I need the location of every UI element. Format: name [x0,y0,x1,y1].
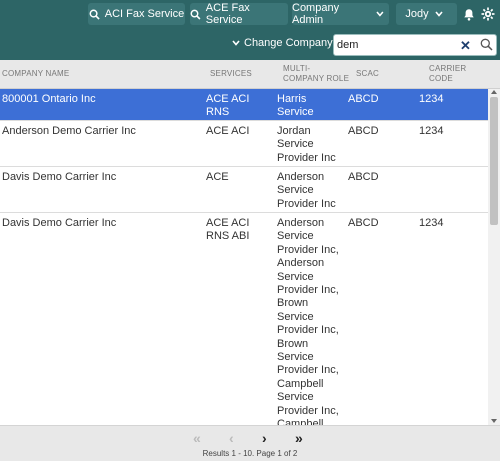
table-row[interactable]: Anderson Demo Carrier Inc ACE ACI Jordan… [0,121,488,167]
table-row[interactable]: 800001 Ontario Inc ACE ACI RNS Harris Se… [0,89,488,132]
table-row[interactable]: Davis Demo Carrier Inc ACE Anderson Serv… [0,167,488,213]
user-menu-button[interactable]: Jody [396,3,457,25]
scrollbar-thumb[interactable] [490,97,498,225]
change-company-toggle[interactable]: Change Company: [232,37,336,49]
chevron-down-icon [232,40,240,46]
last-page-button[interactable]: » [295,430,303,446]
company-table-body: 800001 Ontario Inc ACE ACI RNS Harris Se… [0,89,488,425]
search-icon [190,9,201,20]
carrier-code-cell: 1234 [419,217,444,229]
change-company-field: ✕ [333,34,497,56]
pagination-bar: « ‹ › » Results 1 - 10. Page 1 of 2 [0,425,500,461]
bell-icon [464,8,474,21]
pagination-summary: Results 1 - 10. Page 1 of 2 [202,449,298,458]
aci-fax-service-button[interactable]: ACI Fax Service [88,3,185,25]
table-row[interactable]: Davis Demo Carrier Inc ACE ACI RNS ABI A… [0,213,488,425]
column-header-scac[interactable]: SCAC [356,60,406,88]
company-admin-label: Company Admin [292,2,340,26]
user-name: Jody [405,8,429,20]
chevron-down-icon [435,11,443,17]
carrier-code-cell: 1234 [419,125,444,137]
multi-company-role-cell: Anderson Service Provider Inc, Anderson … [277,217,339,425]
column-header-services[interactable]: SERVICES [210,60,270,88]
chevron-down-icon [376,11,384,17]
company-name-cell: 800001 Ontario Inc [2,93,96,105]
services-cell: ACE ACI [206,125,250,137]
next-page-button[interactable]: › [262,430,267,446]
scac-cell: ABCD [348,171,379,183]
services-cell: ACE ACI RNS [206,93,250,119]
column-header-company-name[interactable]: COMPANY NAME [2,60,202,88]
table-header: COMPANY NAME SERVICES MULTI- COMPANY ROL… [0,60,500,89]
column-header-carrier-code[interactable]: CARRIER CODE [429,60,489,88]
change-company-input[interactable] [337,37,455,53]
aci-fax-service-label: ACI Fax Service [104,8,185,20]
carrier-code-cell: 1234 [419,93,444,105]
multi-company-role-cell: Anderson Service Provider Inc [277,171,336,210]
scroll-down-arrow[interactable] [491,419,497,423]
settings-icon [481,7,495,21]
change-company-label: Change Company: [244,37,336,49]
ace-fax-service-button[interactable]: ACE Fax Service [190,2,288,26]
services-cell: ACE ACI RNS ABI [206,217,250,243]
scac-cell: ABCD [348,217,379,229]
scac-cell: ABCD [348,125,379,137]
previous-page-button[interactable]: ‹ [229,430,234,446]
column-header-multi-company-role[interactable]: MULTI- COMPANY ROLE [283,60,351,88]
multi-company-role-cell: Jordan Service Provider Inc [277,125,336,164]
company-name-cell: Davis Demo Carrier Inc [2,171,117,183]
company-admin-menu-button[interactable]: Company Admin [292,2,389,26]
top-bar: ACI Fax Service ACE Fax Service Company … [0,0,500,60]
company-name-cell: Anderson Demo Carrier Inc [2,125,136,137]
scroll-up-arrow[interactable] [491,90,497,94]
scac-cell: ABCD [348,93,379,105]
ace-fax-service-label: ACE Fax Service [205,2,250,26]
settings-button[interactable] [479,4,497,24]
table-scrollbar[interactable] [488,89,500,425]
search-icon[interactable] [480,38,493,51]
search-icon [89,9,100,20]
close-icon[interactable]: ✕ [460,38,471,54]
first-page-button[interactable]: « [193,430,201,446]
notifications-button[interactable] [460,4,478,24]
services-cell: ACE [206,171,229,183]
company-name-cell: Davis Demo Carrier Inc [2,217,117,229]
